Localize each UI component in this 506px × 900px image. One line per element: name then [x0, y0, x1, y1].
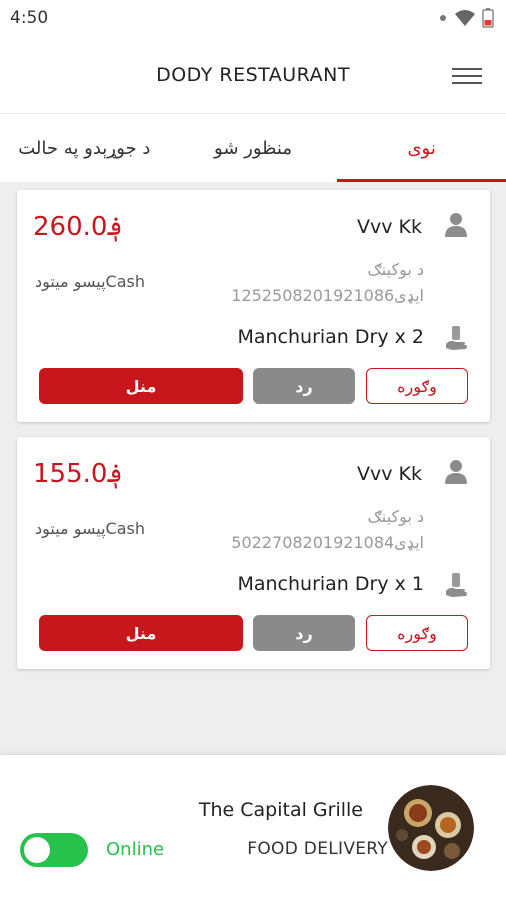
battery-icon [482, 8, 494, 28]
order-price: 260.0؋ [33, 212, 123, 242]
order-price: 155.0؋ [33, 459, 123, 489]
wifi-icon [455, 10, 475, 26]
page-title: DODY RESTAURANT [156, 64, 350, 86]
customer-name: Vvv Kk [357, 216, 422, 238]
status-bar: 4:50 [0, 0, 506, 36]
tab-new[interactable]: نوی [337, 114, 506, 182]
order-card: 155.0؋ Vvv Kk پیسو میتودCash د بوکینګ 50… [17, 437, 490, 669]
tab-accepted[interactable]: منظور شو [169, 114, 338, 182]
reject-button[interactable]: رد [253, 615, 355, 651]
payment-method: پیسو میتودCash [35, 519, 145, 538]
restaurant-logo [388, 785, 474, 871]
order-card: 260.0؋ Vvv Kk پیسو میتودCash د بوکینګ 12… [17, 190, 490, 422]
accept-button[interactable]: منل [39, 615, 243, 651]
booking-id: 5022708201921084ایډی [231, 533, 424, 552]
booking-id: 1252508201921086ایډی [231, 286, 424, 305]
tab-in-progress[interactable]: د جوړېدو په حالت [0, 114, 169, 182]
online-toggle[interactable] [20, 833, 88, 867]
view-button[interactable]: وګوره [366, 615, 468, 651]
app-bar: DODY RESTAURANT [0, 36, 506, 114]
online-label: Online [106, 839, 165, 860]
restaurant-subtitle: FOOD DELIVERY [247, 839, 388, 859]
status-icons [438, 8, 494, 28]
accept-button[interactable]: منل [39, 368, 243, 404]
order-item: Manchurian Dry x 1 [237, 573, 424, 595]
customer-name: Vvv Kk [357, 463, 422, 485]
restaurant-name: The Capital Grille [198, 799, 363, 821]
booking-label: د بوکینګ [367, 507, 424, 526]
restaurant-status-bar: Online The Capital Grille FOOD DELIVERY [0, 755, 506, 900]
dish-hand-icon [446, 326, 467, 350]
view-button[interactable]: وګوره [366, 368, 468, 404]
user-icon [445, 213, 467, 237]
signal-dot-icon [440, 15, 446, 21]
user-icon [445, 460, 467, 484]
toggle-knob [24, 837, 50, 863]
status-time: 4:50 [10, 8, 49, 28]
orders-list: 260.0؋ Vvv Kk پیسو میتودCash د بوکینګ 12… [0, 182, 506, 755]
booking-label: د بوکینګ [367, 260, 424, 279]
menu-icon[interactable] [452, 66, 482, 86]
dish-hand-icon [446, 573, 467, 597]
order-tabs: د جوړېدو په حالت منظور شو نوی [0, 114, 506, 182]
reject-button[interactable]: رد [253, 368, 355, 404]
order-item: Manchurian Dry x 2 [237, 326, 424, 348]
payment-method: پیسو میتودCash [35, 272, 145, 291]
